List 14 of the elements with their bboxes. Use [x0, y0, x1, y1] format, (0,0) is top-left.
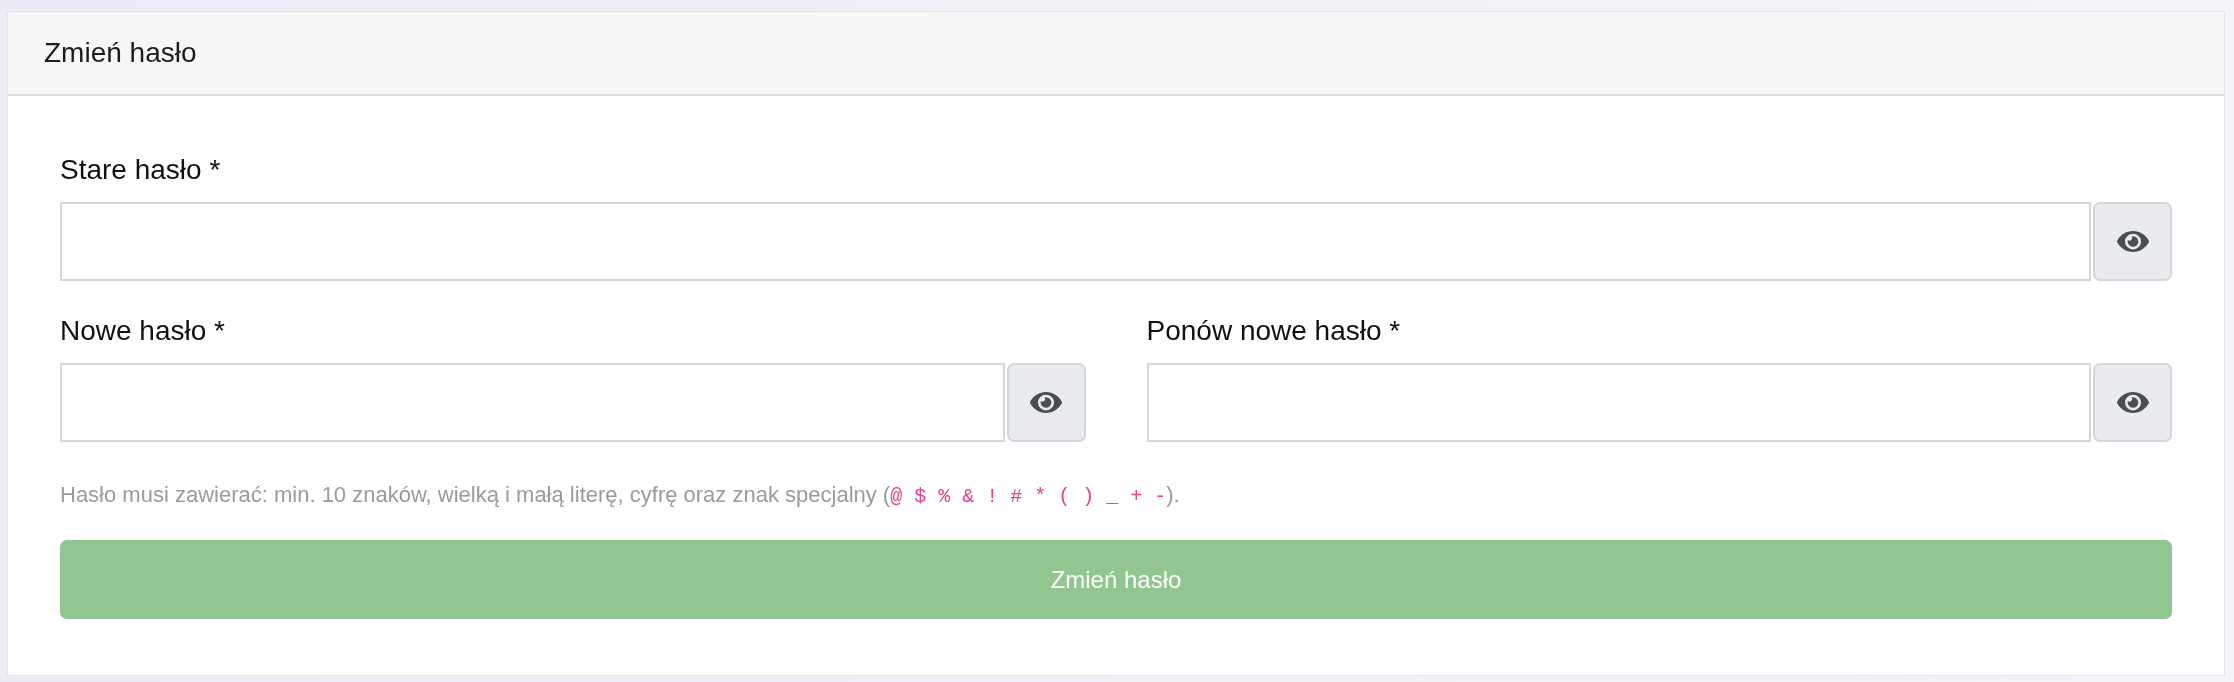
- card-title: Zmień hasło: [44, 36, 197, 70]
- eye-icon: [1030, 392, 1062, 413]
- password-field[interactable]: [60, 363, 1005, 442]
- eye-icon: [2116, 392, 2149, 413]
- field-label: Ponów nowe hasło *: [1146, 314, 1401, 348]
- password-field[interactable]: [60, 202, 2091, 281]
- show-password-button[interactable]: [2093, 363, 2172, 442]
- eye-icon: [2116, 231, 2149, 252]
- password-hint: Hasło musi zawierać: min. 10 znaków, wielką i małą literę, cyfrę oraz znak specjalny (@ $ % & ! # * ( ) _ + -).: [60, 481, 1180, 510]
- field-label: Nowe hasło *: [60, 314, 225, 348]
- show-password-button[interactable]: [1006, 363, 1086, 442]
- password-field[interactable]: [1146, 363, 2091, 442]
- field-label: Stare hasło *: [60, 153, 221, 187]
- show-password-button[interactable]: [2093, 202, 2172, 281]
